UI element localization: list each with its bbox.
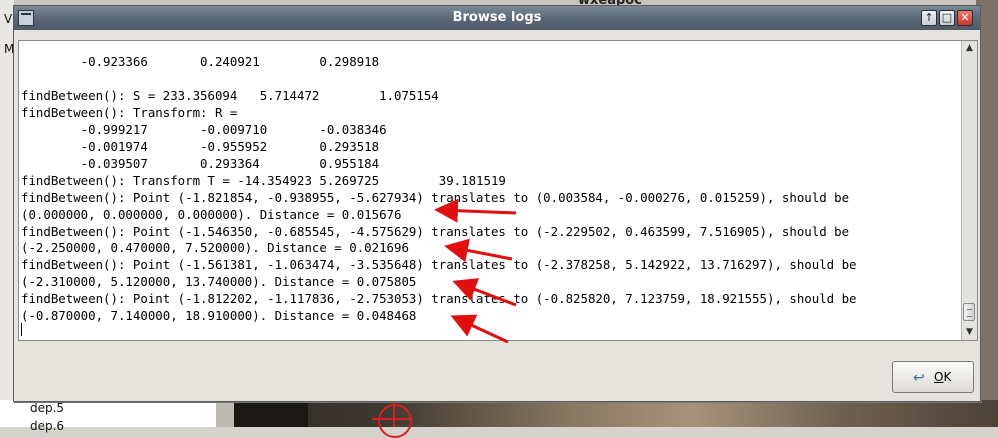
log-text: -0.923366 0.240921 0.298918 findBetween(… <box>21 54 857 325</box>
scroll-up-arrow-icon[interactable]: ▲ <box>963 42 976 55</box>
background-divider <box>216 400 234 427</box>
target-crosshair-horizontal <box>372 418 412 420</box>
log-line: -0.001974 -0.955952 0.293518 <box>21 138 380 154</box>
log-line: (-2.310000, 5.120000, 13.740000). Distan… <box>21 274 417 290</box>
shade-up-button[interactable]: ↑ <box>921 10 937 26</box>
log-line: -0.923366 0.240921 0.298918 <box>21 54 380 69</box>
close-button[interactable]: ✕ <box>957 10 973 26</box>
log-line: findBetween(): Point (-1.561381, -1.0634… <box>21 257 857 273</box>
background-file-list[interactable]: dep.5 dep.6 <box>0 400 216 433</box>
vertical-scrollbar[interactable]: ▲ ▼ <box>961 41 977 340</box>
log-line: (0.000000, 0.000000, 0.000000). Distance… <box>21 206 402 222</box>
target-circle-marker <box>378 404 412 438</box>
log-line: findBetween(): Transform T = -14.354923 … <box>21 172 506 188</box>
background-image-dark-region <box>234 400 308 427</box>
log-line: findBetween(): Transform: R = <box>21 104 238 120</box>
list-item[interactable]: dep.5 <box>30 401 64 415</box>
list-item[interactable]: dep.6 <box>30 419 64 433</box>
log-line: (-2.250000, 0.470000, 7.520000). Distanc… <box>21 240 409 256</box>
background-left-panel: V Mo <box>0 0 22 427</box>
text-cursor <box>21 323 22 336</box>
log-text-area[interactable]: -0.923366 0.240921 0.298918 findBetween(… <box>18 40 978 341</box>
dialog-titlebar[interactable]: Browse logs ↑ □ ✕ <box>14 6 980 30</box>
return-arrow-icon: ↩ <box>913 370 925 386</box>
target-crosshair-vertical <box>393 400 395 427</box>
scroll-down-arrow-icon[interactable]: ▼ <box>963 326 976 339</box>
maximize-button[interactable]: □ <box>939 10 955 26</box>
ok-button-label: OK <box>934 370 952 384</box>
log-line: -0.039507 0.293364 0.955184 <box>21 155 380 171</box>
log-line: -0.999217 -0.009710 -0.038346 <box>21 121 387 137</box>
log-line: findBetween(): S = 233.356094 5.714472 1… <box>21 87 439 103</box>
browse-logs-dialog: Browse logs ↑ □ ✕ -0.923366 0.240921 0.2… <box>13 5 981 402</box>
dialog-title: Browse logs <box>452 10 542 25</box>
log-line: findBetween(): Point (-1.546350, -0.6855… <box>21 223 850 239</box>
background-menu-char: V <box>4 12 13 26</box>
ok-button[interactable]: ↩ OK <box>892 361 974 393</box>
scrollbar-thumb[interactable] <box>963 303 975 321</box>
log-line: findBetween(): Point (-1.812202, -1.1178… <box>21 291 857 307</box>
background-image-view <box>234 400 998 427</box>
log-line: (-0.870000, 7.140000, 18.910000). Distan… <box>21 308 417 324</box>
log-line: findBetween(): Point (-1.821854, -0.9389… <box>21 189 850 205</box>
